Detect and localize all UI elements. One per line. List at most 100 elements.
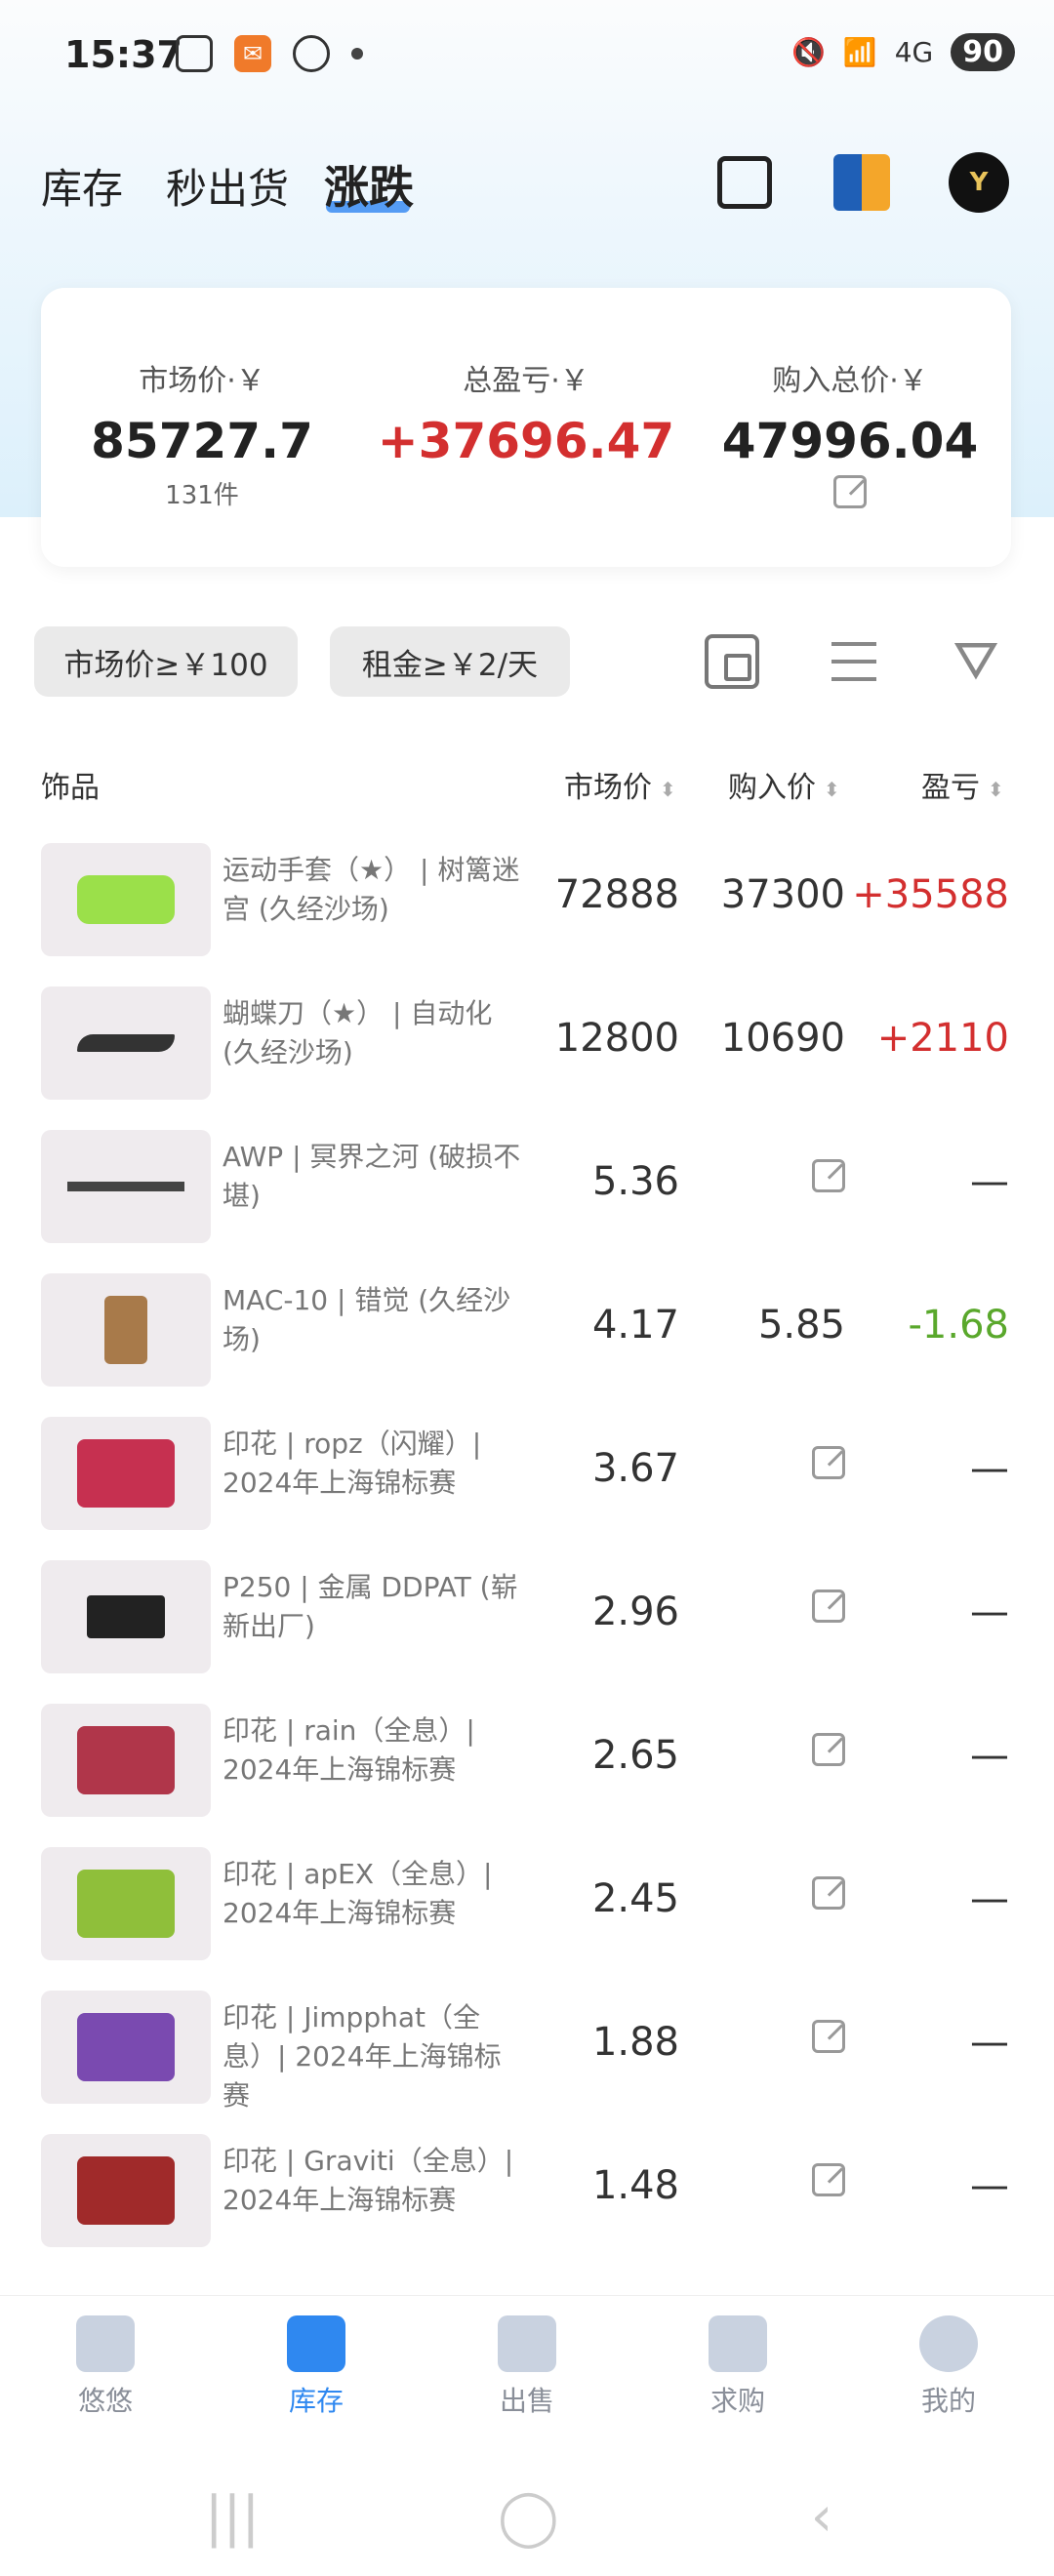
nav-youyou[interactable]: 悠悠 xyxy=(0,2315,211,2419)
sort-icon: ⬍ xyxy=(660,777,676,801)
item-market-price: 12800 xyxy=(554,1016,679,1061)
filter-row: 市场价≥￥100 租金≥￥2/天 ⛛ xyxy=(0,626,1054,699)
item-name: MAC-10 | 错觉 (久经沙场) xyxy=(223,1284,511,1355)
knife-icon xyxy=(77,1034,175,1052)
table-row[interactable]: P250 | 金属 DDPAT (崭新出厂) 2.96 — xyxy=(0,1547,1054,1690)
wifi-icon: 📶 xyxy=(842,36,877,68)
nav-wanted[interactable]: 求购 xyxy=(632,2315,843,2419)
summary-pl: 总盈亏·￥ +37696.47 xyxy=(365,288,687,469)
compass-icon xyxy=(293,35,330,72)
cs-game-icon[interactable] xyxy=(831,152,892,213)
sticker-icon xyxy=(77,2156,175,2225)
sort-icon: ⬍ xyxy=(824,777,840,801)
tab-quick-sell[interactable]: 秒出货 xyxy=(166,156,289,216)
market-value: 85727.7 xyxy=(91,413,313,469)
status-right: 🔇 📶 4G 90 xyxy=(791,33,1015,71)
item-name: 印花 | Jimpphat（全息）| 2024年上海锦标赛 xyxy=(223,2001,502,2112)
item-name: 运动手套（★） | 树篱迷宫 (久经沙场) xyxy=(223,854,520,925)
edit-icon[interactable] xyxy=(833,475,867,508)
item-market-price: 5.36 xyxy=(591,1159,679,1204)
buy-value: 47996.04 xyxy=(721,413,979,469)
item-thumbnail xyxy=(41,1560,211,1673)
table-row[interactable]: 蝴蝶刀（★） | 自动化 (久经沙场) 12800 10690 +2110 xyxy=(0,973,1054,1116)
edit-buy-price-icon[interactable] xyxy=(812,1590,845,1623)
edit-buy-price-icon[interactable] xyxy=(812,1733,845,1766)
item-name: 蝴蝶刀（★） | 自动化 (久经沙场) xyxy=(223,997,493,1068)
item-thumbnail xyxy=(41,1417,211,1530)
item-thumbnail xyxy=(41,1847,211,1960)
status-left-icons: ✉ xyxy=(176,35,363,72)
sticker-icon xyxy=(77,1870,175,1938)
check-box-icon[interactable] xyxy=(714,152,775,213)
nav-profile[interactable]: 我的 xyxy=(843,2315,1054,2419)
filter-icon[interactable]: ⛛ xyxy=(949,634,1003,689)
table-row[interactable]: 印花 | ropz（闪耀）| 2024年上海锦标赛 3.67 — xyxy=(0,1403,1054,1547)
item-name: 印花 | apEX（全息）| 2024年上海锦标赛 xyxy=(223,1858,493,1929)
item-pl: — xyxy=(970,2163,1009,2208)
item-list: 运动手套（★） | 树篱迷宫 (久经沙场) 72888 37300 +35588… xyxy=(0,829,1054,2264)
item-market-price: 1.88 xyxy=(591,2020,679,2065)
item-name: AWP | 冥界之河 (破损不堪) xyxy=(223,1141,521,1212)
table-row[interactable]: 印花 | Graviti（全息）| 2024年上海锦标赛 1.48 — xyxy=(0,2120,1054,2264)
item-pl: — xyxy=(970,1159,1009,1204)
shop-icon xyxy=(76,2315,135,2372)
item-buy-price: 10690 xyxy=(720,1016,845,1061)
item-name: 印花 | rain（全息）| 2024年上海锦标赛 xyxy=(223,1714,475,1786)
table-header: 饰品 市场价 ⬍ 购入价 ⬍ 盈亏 ⬍ xyxy=(0,753,1054,812)
system-nav-bar: ||| ◯ ‹ xyxy=(0,2459,1054,2576)
tab-inventory[interactable]: 库存 xyxy=(41,156,123,216)
table-row[interactable]: 印花 | apEX（全息）| 2024年上海锦标赛 2.45 — xyxy=(0,1833,1054,1977)
list-view-icon[interactable] xyxy=(831,642,876,681)
item-market-price: 3.67 xyxy=(591,1446,679,1491)
back-icon[interactable]: ‹ xyxy=(792,2488,851,2547)
sticker-icon xyxy=(77,1726,175,1794)
item-market-price: 4.17 xyxy=(591,1303,679,1348)
summary-market: 市场价·￥ 85727.7 131件 xyxy=(41,288,363,511)
table-row[interactable]: 印花 | rain（全息）| 2024年上海锦标赛 2.65 — xyxy=(0,1690,1054,1833)
pistol-icon xyxy=(87,1595,165,1638)
item-market-price: 2.65 xyxy=(591,1733,679,1778)
item-pl: +35588 xyxy=(852,872,1009,917)
header: 库存 秒出货 涨跌 Y xyxy=(0,146,1054,224)
edit-buy-price-icon[interactable] xyxy=(812,1446,845,1479)
bottom-nav: 悠悠 库存 出售 求购 我的 xyxy=(0,2295,1054,2441)
pl-label: 总盈亏·￥ xyxy=(463,364,589,398)
item-pl: -1.68 xyxy=(908,1303,1010,1348)
pl-value: +37696.47 xyxy=(377,413,675,469)
rent-filter-chip[interactable]: 租金≥￥2/天 xyxy=(330,626,570,697)
table-row[interactable]: 印花 | Jimpphat（全息）| 2024年上海锦标赛 1.88 — xyxy=(0,1977,1054,2120)
edit-buy-price-icon[interactable] xyxy=(812,1876,845,1910)
column-market[interactable]: 市场价 ⬍ xyxy=(564,763,676,806)
table-row[interactable]: MAC-10 | 错觉 (久经沙场) 4.17 5.85 -1.68 xyxy=(0,1260,1054,1403)
summary-card: 市场价·￥ 85727.7 131件 总盈亏·￥ +37696.47 购入总价·… xyxy=(41,288,1011,567)
item-pl: — xyxy=(970,1733,1009,1778)
network-type: 4G xyxy=(894,36,934,68)
item-name: 印花 | Graviti（全息）| 2024年上海锦标赛 xyxy=(223,2145,514,2216)
column-buy[interactable]: 购入价 ⬍ xyxy=(728,763,840,806)
recent-apps-icon[interactable]: ||| xyxy=(203,2488,262,2547)
home-icon[interactable]: ◯ xyxy=(498,2488,559,2547)
table-row[interactable]: 运动手套（★） | 树篱迷宫 (久经沙场) 72888 37300 +35588 xyxy=(0,829,1054,973)
nav-inventory[interactable]: 库存 xyxy=(211,2315,422,2419)
status-time: 15:37 xyxy=(64,33,182,76)
item-name: P250 | 金属 DDPAT (崭新出厂) xyxy=(223,1571,518,1642)
market-price-filter-chip[interactable]: 市场价≥￥100 xyxy=(34,626,298,697)
grid-view-icon[interactable] xyxy=(705,634,759,689)
avatar[interactable]: Y xyxy=(949,152,1009,213)
scan-icon xyxy=(176,35,213,72)
smg-icon xyxy=(104,1296,147,1364)
more-notifications-icon xyxy=(351,48,363,60)
item-thumbnail xyxy=(41,1130,211,1243)
summary-buy: 购入总价·￥ 47996.04 xyxy=(689,288,1011,515)
item-pl: +2110 xyxy=(876,1016,1009,1061)
item-pl: — xyxy=(970,1446,1009,1491)
item-market-price: 72888 xyxy=(554,872,679,917)
edit-buy-price-icon[interactable] xyxy=(812,1159,845,1192)
column-pl[interactable]: 盈亏 ⬍ xyxy=(921,763,1004,806)
edit-buy-price-icon[interactable] xyxy=(812,2163,845,2196)
edit-buy-price-icon[interactable] xyxy=(812,2020,845,2053)
wanted-icon xyxy=(709,2315,767,2372)
nav-sell[interactable]: 出售 xyxy=(422,2315,632,2419)
tab-price-change[interactable]: 涨跌 xyxy=(324,152,414,217)
table-row[interactable]: AWP | 冥界之河 (破损不堪) 5.36 — xyxy=(0,1116,1054,1260)
